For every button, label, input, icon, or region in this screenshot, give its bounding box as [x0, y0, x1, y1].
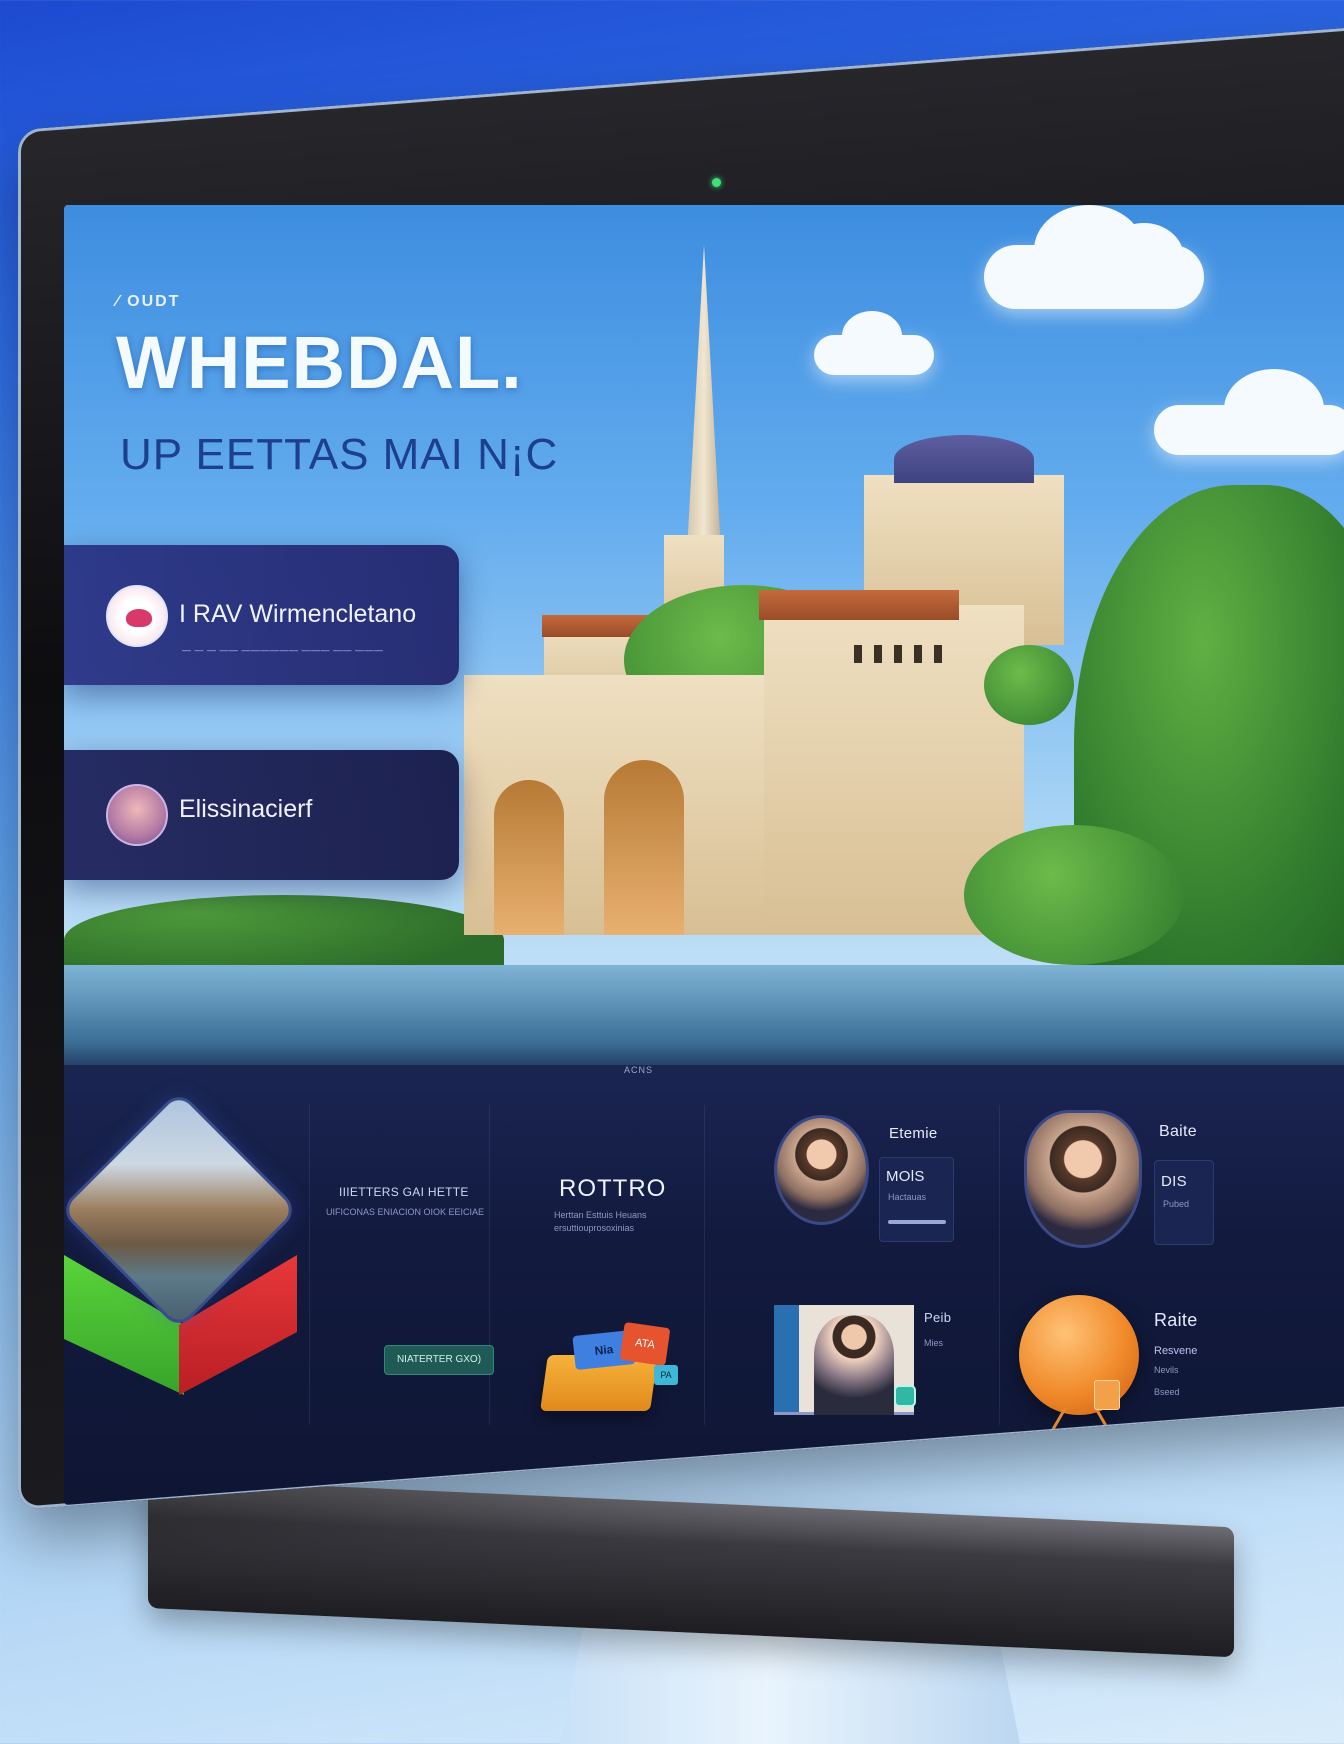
hero-eyebrow: ⁄ OUDT — [116, 293, 181, 310]
river — [64, 965, 1344, 1075]
col5-lower-line2: Nevils — [1154, 1365, 1179, 1375]
divider — [999, 1105, 1000, 1425]
cloud — [1154, 405, 1344, 455]
castle-window — [874, 645, 882, 663]
stats-bar — [888, 1220, 946, 1224]
avatar-icon — [106, 585, 168, 647]
stats-label: MOlS — [886, 1168, 925, 1185]
hero-title: WHEBDAL. — [116, 321, 523, 404]
teal-tag: PA — [654, 1365, 678, 1385]
col5-name: Baite — [1159, 1123, 1197, 1140]
hero-subtitle: UP EETTAS MAI N¡C — [120, 430, 559, 479]
cloud — [814, 335, 934, 375]
user-portrait[interactable] — [1024, 1110, 1142, 1248]
cube-logo-icon[interactable] — [64, 1089, 300, 1405]
castle-arch — [604, 760, 684, 935]
castle-window — [894, 645, 902, 663]
divider — [704, 1105, 705, 1425]
profile-card[interactable]: I RAV Wirmencletano — — — —— —————— ——— … — [64, 545, 459, 685]
cta-button[interactable]: NIATERTER GXO) — [384, 1345, 494, 1375]
profile-card-name: I RAV Wirmencletano — [179, 600, 417, 628]
video-thumbnail[interactable] — [774, 1305, 914, 1415]
profile-card-meta: — — — —— —————— ——— —— ——— — [182, 645, 384, 655]
cloud — [984, 245, 1204, 309]
profile-card[interactable]: Elissinacierf — [64, 750, 459, 880]
hero-banner: ⁄ OUDT WHEBDAL. UP EETTAS MAI N¡C I RAV … — [64, 205, 1344, 1075]
globe-icon[interactable] — [1019, 1295, 1139, 1415]
bush — [964, 825, 1184, 965]
castle-arch — [494, 780, 564, 935]
stats-label: DIS — [1161, 1173, 1187, 1190]
monitor-screen: ⁄ OUDT WHEBDAL. UP EETTAS MAI N¡C I RAV … — [64, 103, 1344, 1505]
stats-sublabel: Hactauas — [888, 1192, 927, 1202]
col4-lower-label: Peib — [924, 1310, 952, 1325]
castle-window — [914, 645, 922, 663]
divider — [489, 1105, 490, 1425]
col2-heading: IIIETTERS GAI HETTE — [339, 1185, 469, 1199]
stats-panel: MOlS Hactauas — [879, 1157, 954, 1242]
castle-window — [854, 645, 862, 663]
col5-lower-line1: Resvene — [1154, 1345, 1198, 1357]
video-person — [814, 1315, 894, 1415]
monitor-stand — [148, 1478, 1234, 1658]
stats-panel: DIS Pubed — [1154, 1160, 1214, 1245]
col2-subheading: UIFICONAS ENIACION OIOK EEICIAE — [326, 1207, 485, 1217]
col5-lower-line3: Bseed — [1154, 1387, 1180, 1397]
col3-line2: ersuttiouprosoxinias — [554, 1223, 635, 1233]
bush — [984, 645, 1074, 725]
stats-sublabel: Pubed — [1163, 1199, 1190, 1209]
col4-lower-small: Mies — [924, 1338, 944, 1348]
user-portrait[interactable] — [774, 1115, 869, 1225]
castle-roof — [759, 590, 959, 620]
col4-name: Etemie — [889, 1125, 938, 1142]
avatar — [106, 784, 168, 846]
globe-stand — [1044, 1406, 1067, 1444]
boxes-icon[interactable]: Nia ATA PA — [540, 1321, 684, 1415]
divider — [309, 1105, 310, 1425]
dashboard-caption: ACNS — [624, 1065, 654, 1075]
profile-card-name: Elissinacierf — [179, 795, 313, 823]
col3-heading: ROTTRO — [559, 1175, 667, 1202]
col5-lower-title: Raite — [1154, 1310, 1198, 1330]
red-tag: ATA — [619, 1321, 671, 1367]
castle-window — [934, 645, 942, 663]
col3-line1: Herttan Esttuis Heuans — [554, 1210, 647, 1220]
play-icon[interactable] — [894, 1385, 916, 1407]
dashboard-panel: ACNS IIIETTERS GAI HETTE UIFICONAS ENIAC… — [64, 1065, 1344, 1505]
globe-tag — [1094, 1380, 1120, 1410]
castle-dome — [894, 435, 1034, 483]
